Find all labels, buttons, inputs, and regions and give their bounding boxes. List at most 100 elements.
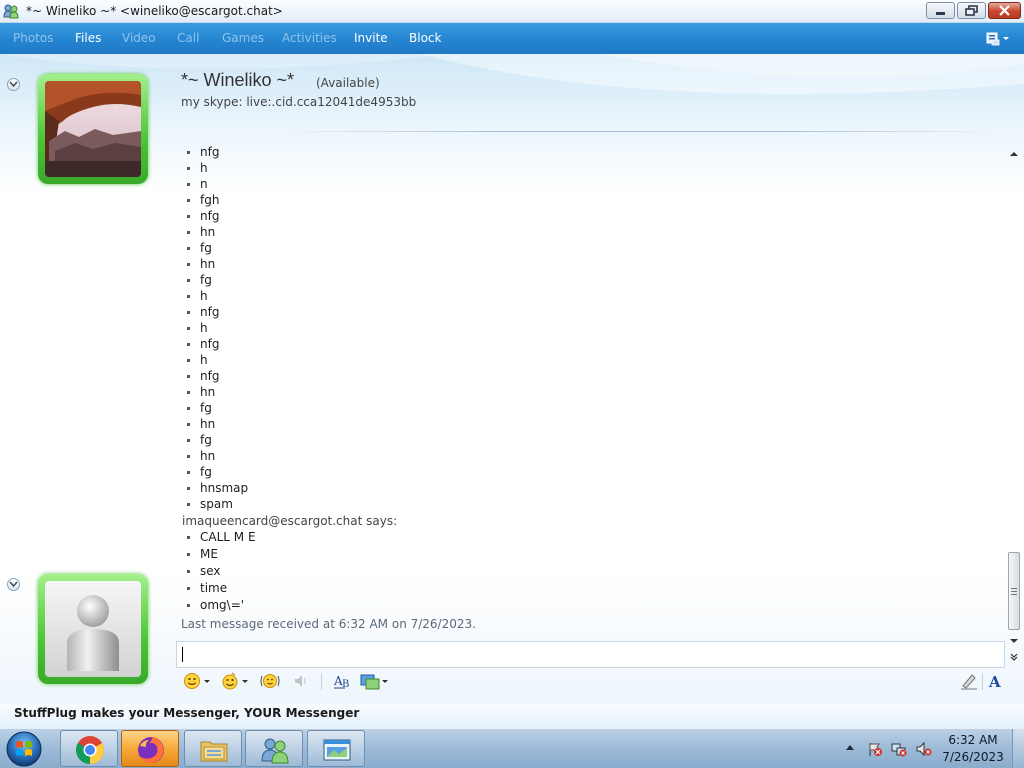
background-dropdown-icon[interactable]	[382, 680, 388, 683]
scroll-down-arrow-icon[interactable]	[1009, 636, 1019, 646]
message-text: fg	[200, 273, 212, 287]
message-input[interactable]	[176, 641, 1005, 668]
restore-button[interactable]	[957, 2, 986, 19]
emoticon-dropdown-icon[interactable]	[204, 680, 210, 683]
bullet-icon	[187, 587, 190, 590]
last-message-received: Last message received at 6:32 AM on 7/26…	[181, 617, 476, 631]
bullet-icon	[187, 279, 190, 282]
bullet-icon	[187, 199, 190, 202]
my-avatar[interactable]	[38, 574, 148, 684]
conversation-history[interactable]: nfg h n fgh nfg hn fg hn fg h nfg h nfg h nfg hn fg hn fg h…	[180, 145, 1005, 630]
title-bar: *~ Wineliko ~* <wineliko@escargot.chat>	[0, 0, 1024, 23]
message-text: fg	[200, 241, 212, 255]
message-text: hn	[200, 385, 216, 399]
taskbar-explorer-button[interactable]	[184, 730, 242, 767]
message-text: sex	[200, 564, 221, 578]
handwriting-icon[interactable]	[960, 672, 978, 690]
contact-status: (Available)	[316, 76, 380, 90]
collapse-my-picture-button[interactable]	[7, 578, 20, 591]
conversation-area: *~ Wineliko ~* (Available) my skype: liv…	[0, 54, 1024, 704]
bullet-icon	[187, 343, 190, 346]
messenger-app-icon[interactable]	[3, 3, 19, 19]
message-text: nfg	[200, 209, 220, 223]
background-icon[interactable]	[360, 672, 380, 690]
message-text: fg	[200, 401, 212, 415]
collapse-contact-picture-button[interactable]	[7, 78, 20, 91]
show-desktop-button[interactable]	[1012, 729, 1024, 768]
message-text: time	[200, 581, 228, 595]
message-text: hn	[200, 449, 216, 463]
grip-icon	[1011, 588, 1017, 595]
font-icon[interactable]: A B	[333, 672, 353, 690]
message-text: hn	[200, 225, 216, 239]
taskbar-conversation-window-button[interactable]	[307, 730, 365, 767]
contact-personal-message: my skype: live:.cid.cca12041de4953bb	[181, 95, 417, 109]
bullet-icon	[187, 391, 190, 394]
contact-avatar[interactable]	[38, 74, 148, 184]
message-text: fgh	[200, 193, 220, 207]
wink-icon[interactable]	[221, 672, 239, 690]
restore-icon	[965, 5, 978, 16]
menu-invite[interactable]: Invite	[354, 31, 388, 45]
chrome-icon	[76, 736, 104, 764]
action-center-flag-icon[interactable]	[867, 741, 883, 757]
taskbar-firefox-button[interactable]	[121, 730, 179, 767]
bullet-icon	[187, 455, 190, 458]
emoticon-icon[interactable]	[183, 672, 201, 690]
menu-video[interactable]: Video	[122, 31, 156, 45]
network-icon[interactable]	[891, 741, 907, 757]
clock-date[interactable]: 7/26/2023	[941, 750, 1005, 764]
show-hidden-icons-icon[interactable]	[846, 745, 854, 750]
message-text: spam	[200, 497, 233, 511]
chevron-down-icon	[9, 81, 18, 88]
scroll-end-icon[interactable]	[1009, 652, 1019, 662]
bullet-icon	[187, 423, 190, 426]
bullet-icon	[187, 503, 190, 506]
menu-call[interactable]: Call	[177, 31, 199, 45]
start-button-icon[interactable]	[5, 730, 43, 768]
taskbar-chrome-button[interactable]	[60, 730, 118, 767]
bullet-icon	[187, 471, 190, 474]
conversation-scrollbar[interactable]	[1005, 145, 1022, 665]
chevron-down-icon	[9, 581, 18, 588]
menu-games[interactable]: Games	[222, 31, 264, 45]
menu-block[interactable]: Block	[409, 31, 441, 45]
close-icon	[999, 5, 1010, 16]
clock-time[interactable]: 6:32 AM	[941, 733, 1005, 747]
ad-text[interactable]: StuffPlug makes your Messenger, YOUR Mes…	[14, 706, 359, 720]
menu-files[interactable]: Files	[75, 31, 101, 45]
formatting-toolbar: A B A	[176, 669, 1005, 695]
ad-banner[interactable]: StuffPlug makes your Messenger, YOUR Mes…	[0, 704, 1024, 728]
scroll-up-arrow-icon[interactable]	[1009, 149, 1019, 159]
message-text: fg	[200, 433, 212, 447]
bullet-icon	[187, 375, 190, 378]
bullet-icon	[187, 327, 190, 330]
minimize-icon	[936, 12, 945, 15]
message-text: nfg	[200, 145, 220, 159]
menu-activities[interactable]: Activities	[282, 31, 337, 45]
message-text: h	[200, 353, 208, 367]
text-format-icon[interactable]: A	[986, 672, 1004, 690]
nudge-icon[interactable]	[259, 672, 281, 690]
bullet-icon	[187, 247, 190, 250]
svg-text:A: A	[988, 673, 1001, 690]
scroll-thumb[interactable]	[1008, 552, 1020, 630]
voice-clip-icon[interactable]	[292, 672, 310, 690]
bullet-icon	[187, 359, 190, 362]
message-text: n	[200, 177, 208, 191]
contact-name: *~ Wineliko ~*	[181, 70, 295, 90]
windows-taskbar: 6:32 AM 7/26/2023	[0, 728, 1024, 768]
bullet-icon	[187, 604, 190, 607]
message-text: h	[200, 321, 208, 335]
show-menu-icon[interactable]	[983, 28, 1013, 48]
conversation-menu-bar: Photos Files Video Call Games Activities…	[0, 23, 1024, 54]
wink-dropdown-icon[interactable]	[242, 680, 248, 683]
message-text: ME	[200, 547, 218, 561]
close-button[interactable]	[988, 2, 1021, 19]
toolbar-separator	[982, 673, 983, 690]
volume-muted-icon[interactable]	[916, 741, 932, 757]
minimize-button[interactable]	[926, 2, 955, 19]
conversation-window-icon	[323, 739, 351, 761]
menu-photos[interactable]: Photos	[13, 31, 53, 45]
taskbar-messenger-button[interactable]	[245, 730, 303, 767]
